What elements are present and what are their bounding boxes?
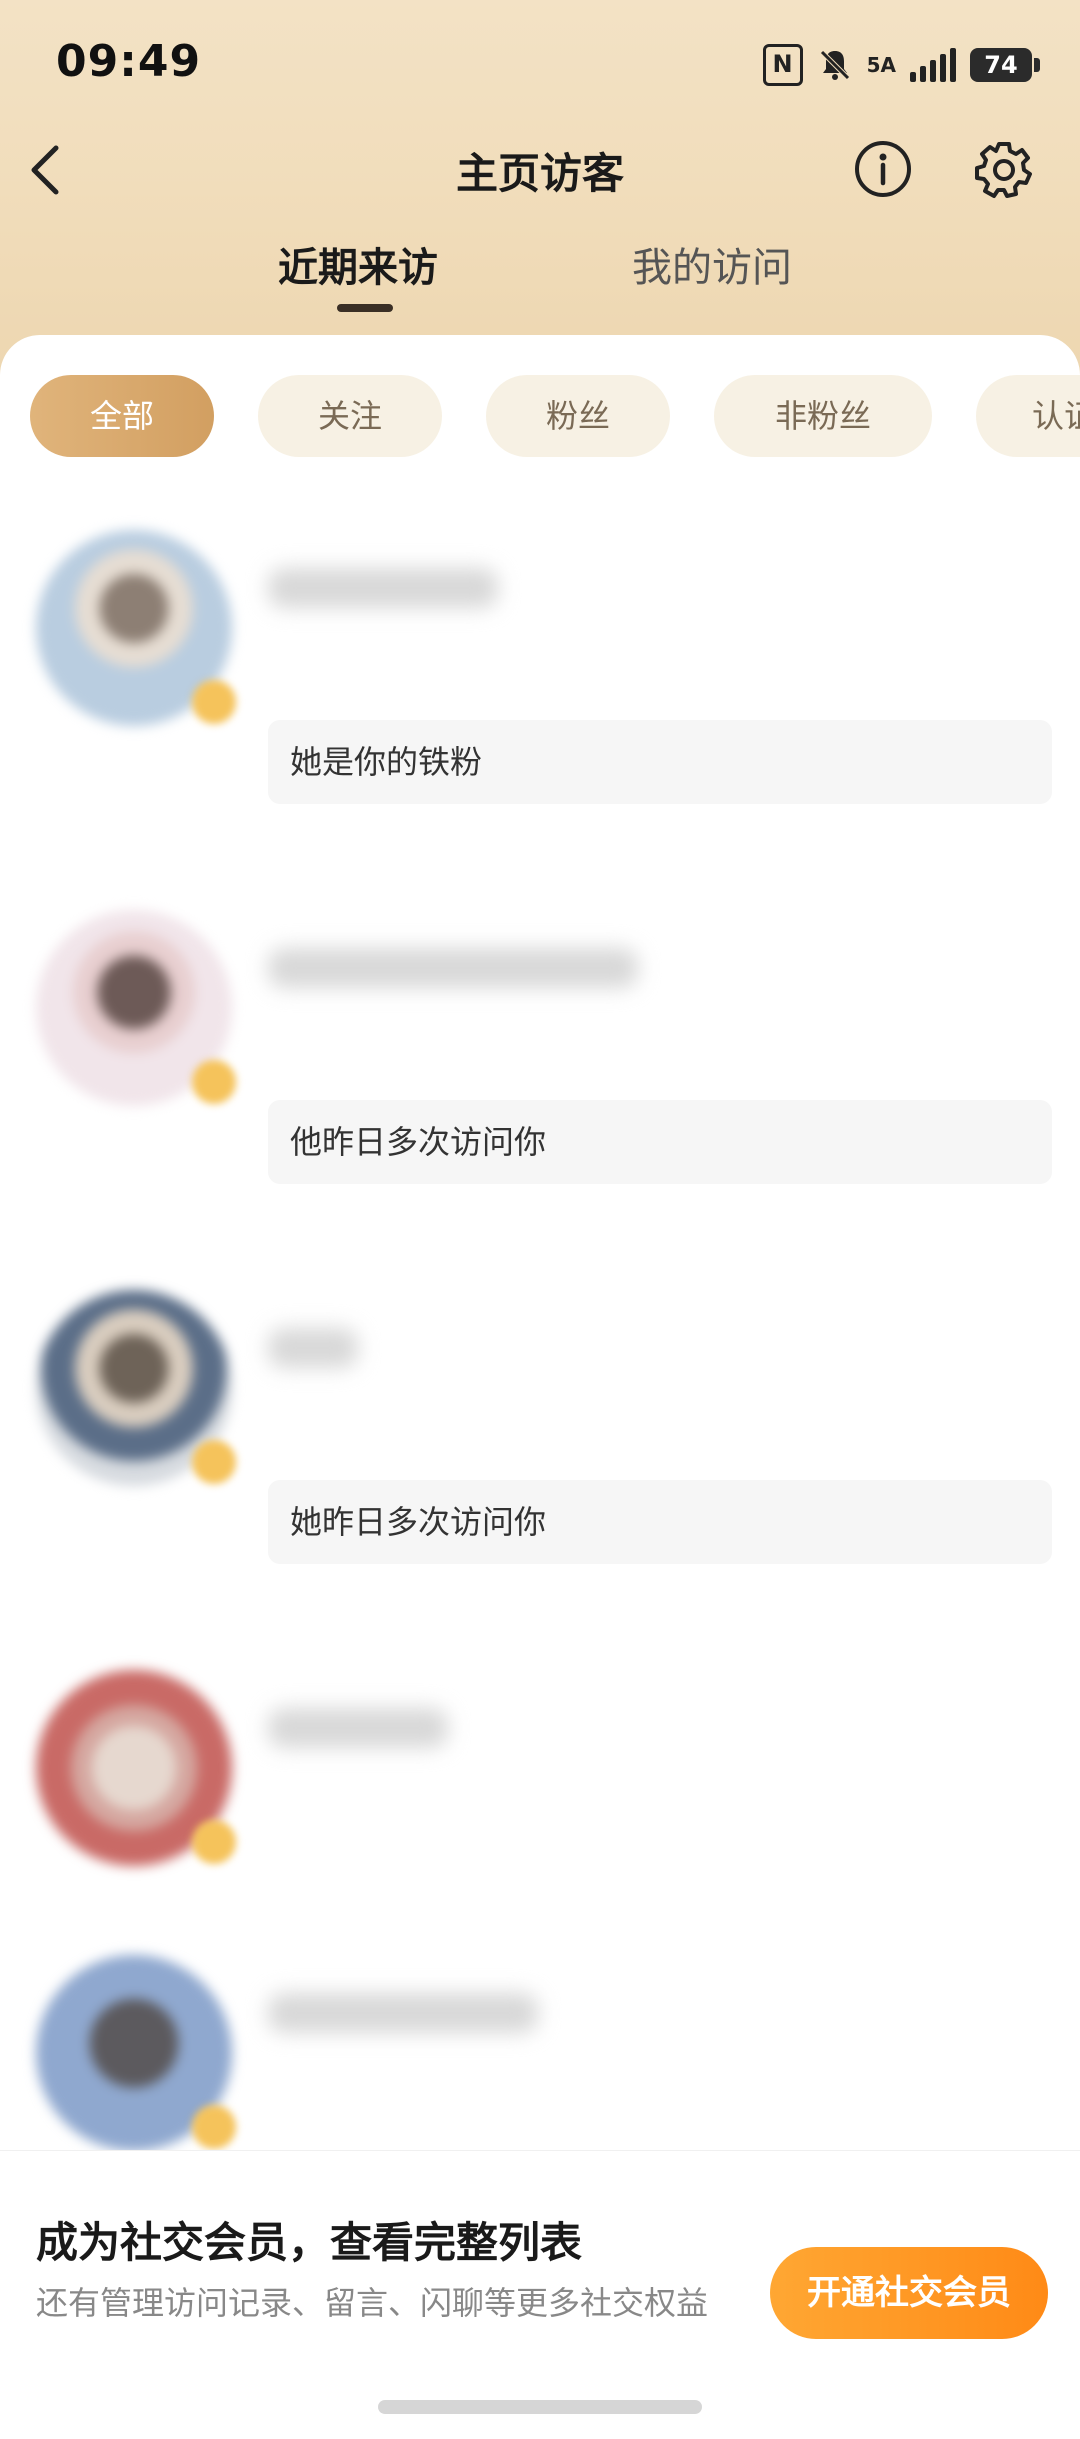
info-icon[interactable] — [852, 138, 914, 200]
battery-level: 74 — [970, 48, 1032, 82]
visitor-name-blurred — [268, 1328, 358, 1368]
filter-fans[interactable]: 粉丝 — [486, 375, 670, 457]
vip-badge-icon — [192, 1820, 236, 1864]
filter-chips: 全部 关注 粉丝 非粉丝 认证 — [30, 375, 1080, 457]
visitor-item[interactable]: 她是你的铁粉 — [0, 530, 1080, 900]
visitor-item[interactable]: 她昨日多次访问你 — [0, 1290, 1080, 1660]
tab-recent-visits[interactable]: 近期来访 — [278, 235, 438, 293]
visitor-name-blurred — [268, 568, 498, 608]
visitor-name-blurred — [268, 1708, 448, 1748]
promo-description: 还有管理访问记录、留言、闪聊等更多社交权益 — [36, 2284, 709, 2322]
home-indicator[interactable] — [378, 2400, 702, 2414]
vip-badge-icon — [192, 2105, 236, 2149]
tab-bar: 近期来访 我的访问 — [0, 225, 1080, 315]
signal-icon — [910, 48, 956, 82]
vip-badge-icon — [192, 1440, 236, 1484]
vip-badge-icon — [192, 680, 236, 724]
visitor-name-blurred — [268, 1993, 538, 2033]
filter-all[interactable]: 全部 — [30, 375, 214, 457]
filter-non-fans[interactable]: 非粉丝 — [714, 375, 932, 457]
visitor-name-blurred — [268, 948, 638, 988]
visitor-note: 她昨日多次访问你 — [268, 1480, 1052, 1564]
open-membership-button[interactable]: 开通社交会员 — [770, 2247, 1048, 2339]
gear-icon[interactable] — [972, 138, 1036, 202]
visitor-note: 她是你的铁粉 — [268, 720, 1052, 804]
filter-verified[interactable]: 认证 — [976, 375, 1080, 457]
membership-promo-panel: 成为社交会员，查看完整列表 还有管理访问记录、留言、闪聊等更多社交权益 开通社交… — [0, 2150, 1080, 2439]
status-icons: N 5A 74 — [762, 44, 1040, 86]
status-bar: 09:49 N 5A 74 — [0, 0, 1080, 130]
visitor-note: 他昨日多次访问你 — [268, 1100, 1052, 1184]
visitor-item[interactable]: 他昨日多次访问你 — [0, 910, 1080, 1280]
nfc-icon: N — [762, 44, 803, 86]
filter-following[interactable]: 关注 — [258, 375, 442, 457]
visitor-list-panel: 全部 关注 粉丝 非粉丝 认证 她是你的铁粉 他昨日多次访问你 她昨日多次访问你 — [0, 335, 1080, 2150]
tab-my-visits[interactable]: 我的访问 — [632, 235, 792, 293]
status-time: 09:49 — [56, 36, 202, 87]
top-bar: 主页访客 — [0, 130, 1080, 210]
visitor-item[interactable] — [0, 1955, 1080, 2150]
promo-title: 成为社交会员，查看完整列表 — [36, 2218, 583, 2267]
page-title: 主页访客 — [455, 149, 624, 198]
vip-badge-icon — [192, 1060, 236, 1104]
bell-muted-icon — [819, 50, 850, 80]
network-type: 5A — [866, 53, 896, 77]
battery-icon: 74 — [970, 48, 1040, 82]
tab-active-indicator — [337, 304, 393, 312]
